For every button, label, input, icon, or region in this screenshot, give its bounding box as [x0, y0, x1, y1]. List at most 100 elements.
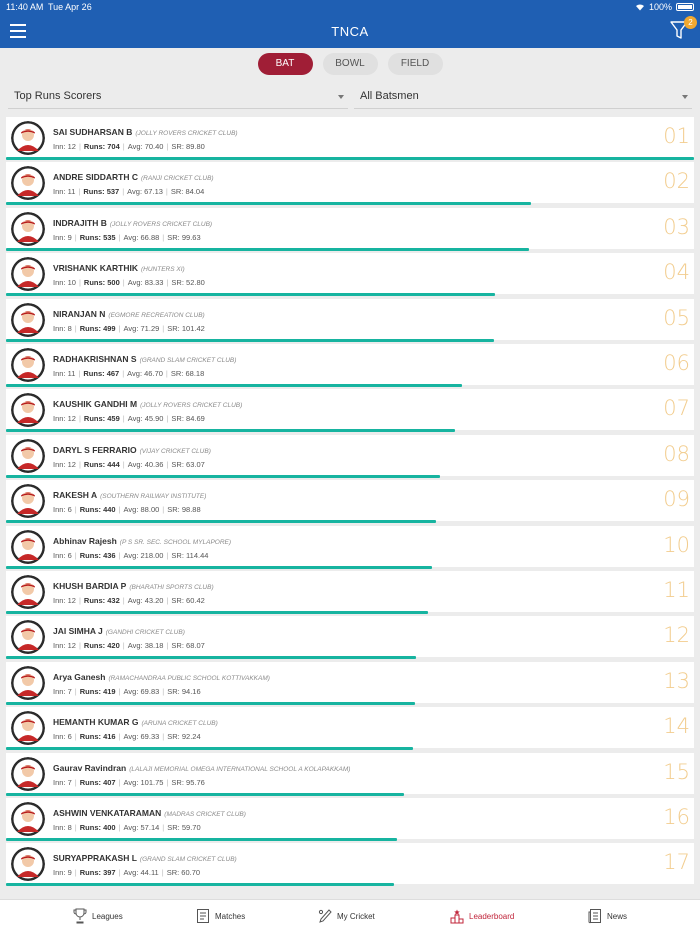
- avg-label: Avg:: [123, 686, 139, 696]
- sr-value: 60.70: [181, 868, 201, 878]
- list-item[interactable]: Abhinav Rajesh (P S SR. SEC. SCHOOL MYLAP…: [6, 525, 694, 569]
- list-item[interactable]: JAI SIMHA J (GANDHI CRICKET CLUB) Inn: 12 |…: [6, 616, 694, 660]
- player-name: ANDRE SIDDARTH C (RANJI CRICKET CLUB): [53, 172, 214, 182]
- sr-value: 98.88: [181, 505, 201, 515]
- separator: |: [74, 232, 77, 242]
- separator: |: [165, 369, 168, 378]
- avg-label: Avg:: [127, 278, 143, 288]
- runs-value: 416: [103, 732, 116, 742]
- runs-label: Runs:: [83, 187, 105, 197]
- player-name: Gaurav Ravindran (LALAJI MEMORIAL OMEGA I…: [53, 763, 350, 773]
- list-item[interactable]: Gaurav Ravindran (LALAJI MEMORIAL OMEGA I…: [6, 752, 694, 796]
- inn-label: Inn:: [53, 232, 66, 242]
- player-club: (JOLLY ROVERS CRICKET CLUB): [109, 220, 213, 228]
- sr-label: SR:: [167, 732, 180, 742]
- separator: |: [78, 187, 81, 197]
- battery-percent: 100%: [648, 2, 672, 12]
- list-item[interactable]: Arya Ganesh (RAMACHANDRAA PUBLIC SCHOOL K…: [6, 661, 694, 705]
- player-name: RAKESH A (SOUTHERN RAILWAY INSTITUTE): [53, 490, 206, 500]
- list-item[interactable]: SAI SUDHARSAN B (JOLLY ROVERS CRICKET CLU…: [6, 117, 694, 160]
- chevron-down-icon: [338, 95, 344, 99]
- list-item[interactable]: HEMANTH KUMAR G (ARUNA CRICKET CLUB) Inn: …: [6, 707, 694, 751]
- separator: |: [78, 369, 81, 378]
- separator: |: [78, 278, 81, 288]
- player-club: (MADRAS CRICKET CLUB): [164, 811, 246, 818]
- avatar: [11, 847, 45, 882]
- list-item[interactable]: ASHWIN VENKATARAMAN (MADRAS CRICKET CLUB)…: [6, 798, 694, 841]
- separator: |: [78, 641, 81, 651]
- player-name-text: HEMANTH KUMAR G: [53, 717, 139, 728]
- toggle-field[interactable]: FIELD: [387, 53, 443, 75]
- inn-value: 12: [67, 142, 76, 151]
- player-name-text: SAI SUDHARSAN B: [53, 127, 133, 137]
- sr-label: SR:: [171, 414, 184, 424]
- player-club: (JOLLY ROVERS CRICKET CLUB): [140, 402, 243, 410]
- separator: |: [122, 278, 125, 288]
- player-name: Abhinav Rajesh (P S SR. SEC. SCHOOL MYLAP…: [53, 536, 231, 546]
- separator: |: [162, 732, 165, 742]
- avatar: [11, 348, 45, 382]
- runs-value: 407: [103, 777, 116, 787]
- runs-value: 459: [107, 414, 120, 424]
- rank-number: 15: [663, 759, 690, 784]
- page-title: TNCA: [331, 24, 369, 39]
- sr-label: SR:: [167, 323, 180, 333]
- sr-value: 114.44: [186, 550, 209, 560]
- list-item[interactable]: VRISHANK KARTHIK (HUNTERS XI) Inn: 10 | Runs…: [6, 253, 694, 297]
- player-name-text: Gaurav Ravindran: [53, 762, 127, 773]
- inn-value: 6: [67, 505, 72, 515]
- sr-value: 59.70: [181, 823, 201, 832]
- inn-label: Inn:: [53, 369, 66, 378]
- runs-value: 444: [107, 459, 120, 469]
- toggle-bowl[interactable]: BOWL: [322, 53, 378, 75]
- scope-select[interactable]: All Batsmen: [354, 85, 692, 109]
- inn-label: Inn:: [53, 187, 66, 197]
- inn-value: 12: [67, 596, 76, 605]
- separator: |: [74, 868, 77, 878]
- player-name: JAI SIMHA J (GANDHI CRICKET CLUB): [53, 626, 185, 636]
- separator: |: [118, 550, 121, 560]
- list-item[interactable]: KHUSH BARDIA P (BHARATHI SPORTS CLUB) Inn:…: [6, 571, 694, 614]
- player-name: RADHAKRISHNAN S (GRAND SLAM CRICKET CLUB): [53, 354, 236, 364]
- separator: |: [122, 187, 125, 197]
- inn-value: 9: [67, 232, 72, 242]
- tab-news[interactable]: News: [588, 908, 627, 924]
- runs-progress-bar: [6, 838, 397, 841]
- list-item[interactable]: RADHAKRISHNAN S (GRAND SLAM CRICKET CLUB)…: [6, 344, 694, 387]
- sr-value: 52.80: [186, 278, 205, 288]
- list-item[interactable]: INDRAJITH B (JOLLY ROVERS CRICKET CLUB) In…: [6, 207, 694, 251]
- player-name: HEMANTH KUMAR G (ARUNA CRICKET CLUB): [53, 717, 218, 727]
- list-item[interactable]: KAUSHIK GANDHI M (JOLLY ROVERS CRICKET CL…: [6, 389, 694, 433]
- podium-icon: [450, 909, 464, 924]
- tab-matches[interactable]: Matches: [196, 908, 245, 924]
- player-name-text: Abhinav Rajesh: [53, 535, 117, 546]
- inn-value: 7: [67, 777, 72, 787]
- tab-my-cricket[interactable]: My Cricket: [318, 908, 375, 924]
- list-item[interactable]: DARYL S FERRARIO (VIJAY CRICKET CLUB) Inn:…: [6, 434, 694, 478]
- avatar: [11, 529, 45, 564]
- separator: |: [118, 868, 121, 878]
- separator: |: [118, 777, 121, 787]
- category-select[interactable]: Top Runs Scorers: [8, 85, 348, 109]
- avatar: [11, 211, 45, 246]
- toggle-bat[interactable]: BAT: [257, 53, 313, 75]
- sr-label: SR:: [166, 868, 180, 878]
- player-name-text: JAI SIMHA J: [53, 626, 103, 637]
- player-stats: Inn: 6 | Runs: 440 | Avg: 88.00 | SR: 98.88: [53, 505, 201, 514]
- player-club: (SOUTHERN RAILWAY INSTITUTE): [100, 493, 207, 501]
- list-item[interactable]: SURYAPPRAKASH L (GRAND SLAM CRICKET CLUB)…: [6, 843, 694, 887]
- tab-leaderboard[interactable]: Leaderboard: [450, 908, 514, 924]
- wifi-icon: [635, 4, 644, 11]
- list-item[interactable]: NIRANJAN N (EGMORE RECREATION CLUB) Inn: 8…: [6, 298, 694, 342]
- player-stats: Inn: 12 | Runs: 459 | Avg: 45.90 | SR: 84.69: [53, 414, 205, 423]
- player-club: (RANJI CRICKET CLUB): [141, 175, 214, 183]
- avg-label: Avg:: [127, 369, 143, 378]
- inn-label: Inn:: [53, 732, 66, 742]
- list-item[interactable]: ANDRE SIDDARTH C (RANJI CRICKET CLUB) Inn:…: [6, 162, 694, 206]
- player-club: (GRAND SLAM CRICKET CLUB): [139, 856, 237, 864]
- list-item[interactable]: RAKESH A (SOUTHERN RAILWAY INSTITUTE) Inn:…: [6, 480, 694, 524]
- player-name-text: DARYL S FERRARIO: [53, 444, 137, 455]
- sr-value: 101.42: [181, 323, 205, 333]
- rank-number: 01: [663, 124, 690, 148]
- tab-leagues[interactable]: Leagues: [73, 908, 123, 924]
